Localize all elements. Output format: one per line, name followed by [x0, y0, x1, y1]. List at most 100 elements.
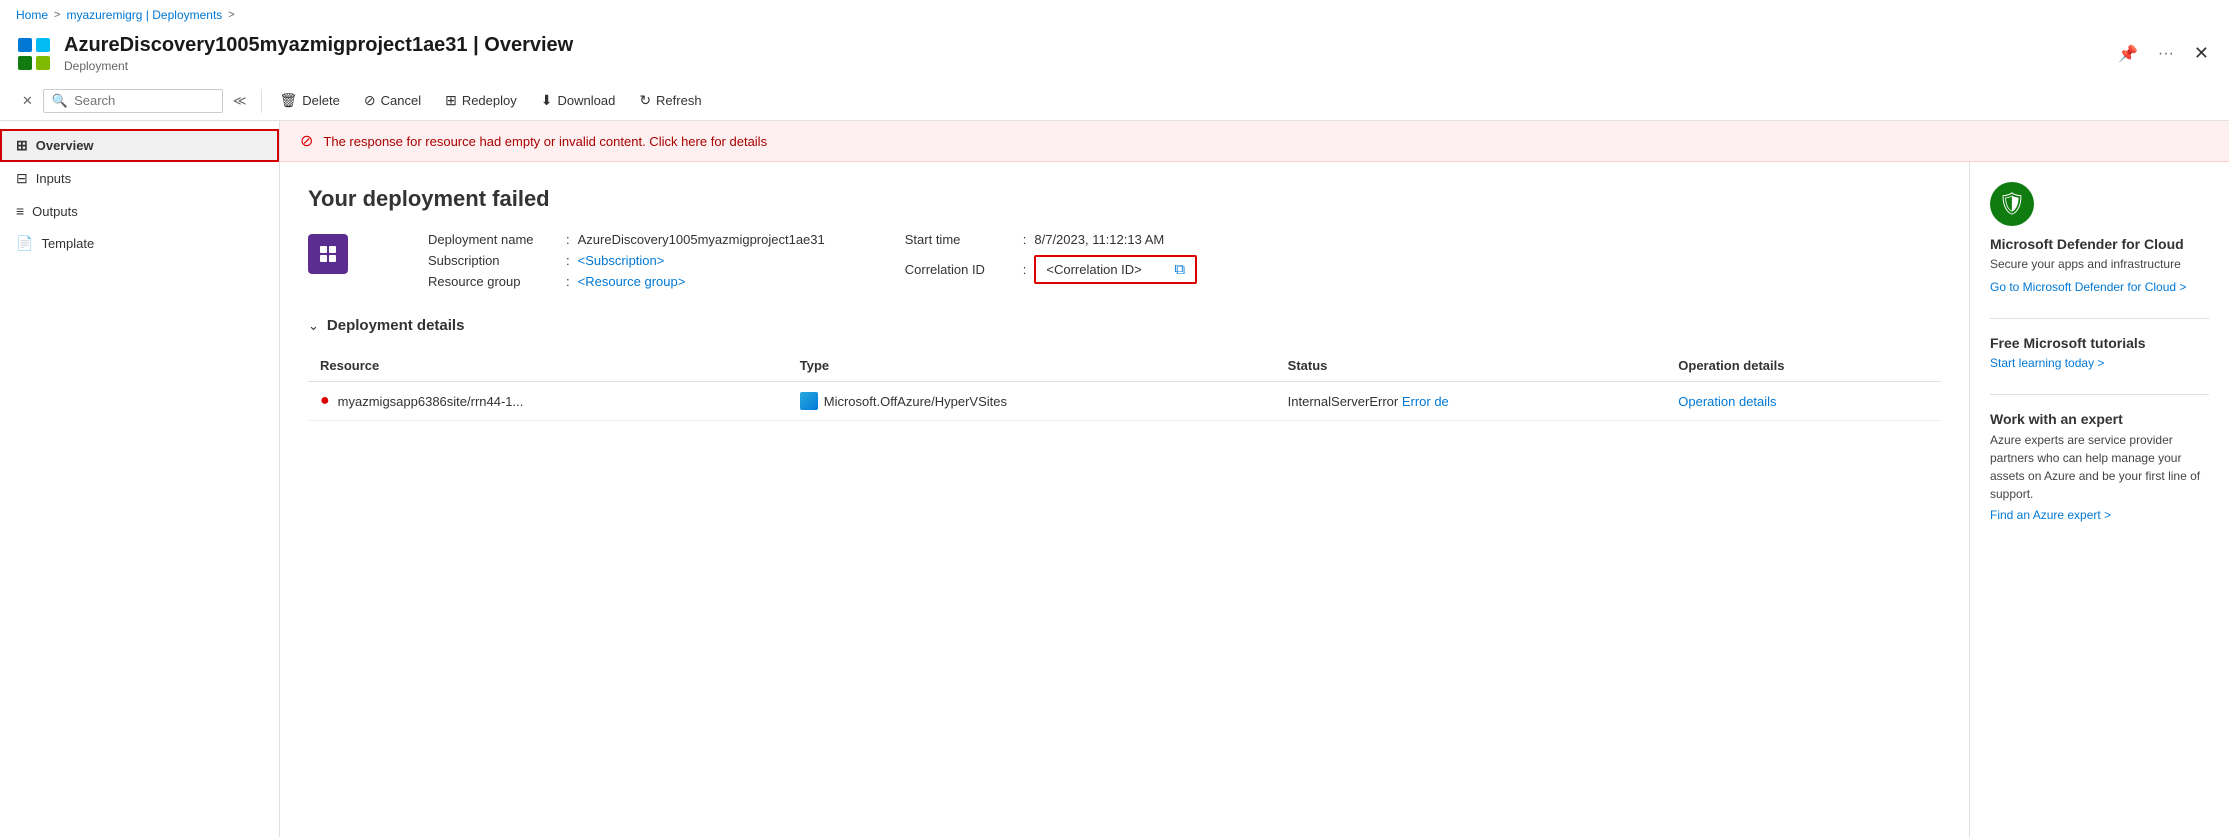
redeploy-button[interactable]: ⊞ Redeploy: [435, 87, 527, 114]
sidebar-item-template[interactable]: 📄 Template: [0, 227, 279, 260]
expert-link[interactable]: Find an Azure expert >: [1990, 508, 2111, 522]
cell-operation: Operation details: [1666, 382, 1941, 421]
deployment-icon: [308, 234, 348, 274]
page-subtitle: Deployment: [64, 59, 2102, 73]
error-details-link[interactable]: Error de: [1402, 394, 1449, 409]
sidebar-label-outputs: Outputs: [32, 204, 78, 219]
dep-correid-label: Correlation ID: [905, 262, 1015, 277]
search-input[interactable]: [74, 93, 204, 108]
deployment-info: Deployment name : AzureDiscovery1005myaz…: [308, 232, 1941, 289]
dep-sub-colon: :: [566, 253, 570, 268]
resource-icon: [16, 36, 52, 72]
start-learning-link[interactable]: Start learning today >: [1990, 356, 2104, 370]
table-header: Resource Type Status Operation details: [308, 350, 1941, 382]
delete-button[interactable]: 🗑 Delete: [270, 87, 350, 114]
sidebar-item-outputs[interactable]: ≡ Outputs: [0, 195, 279, 227]
dep-correid-field: Correlation ID : <Correlation ID> ⧉: [905, 255, 1197, 284]
pin-button[interactable]: 📌: [2114, 40, 2142, 68]
dep-fields-left: Deployment name : AzureDiscovery1005myaz…: [428, 232, 825, 289]
dep-starttime-label: Start time: [905, 232, 1015, 247]
page-title-header: AzureDiscovery1005myazmigproject1ae31 | …: [64, 34, 2102, 57]
defender-icon: 🛡: [1990, 182, 2034, 226]
dep-rg-field: Resource group : <Resource group>: [428, 274, 825, 289]
shield-icon: 🛡: [1998, 191, 2026, 217]
download-icon: ⬇: [541, 92, 553, 109]
sidebar-item-overview[interactable]: ⊞ Overview: [0, 129, 279, 162]
correlation-box: <Correlation ID> ⧉: [1034, 255, 1197, 284]
dep-fields-right: Start time : 8/7/2023, 11:12:13 AM Corre…: [905, 232, 1197, 284]
dep-name-value: AzureDiscovery1005myazmigproject1ae31: [578, 232, 825, 247]
defender-desc: Secure your apps and infrastructure: [1990, 256, 2209, 273]
dep-name-colon: :: [566, 232, 570, 247]
collapse-button[interactable]: ✕: [16, 89, 39, 113]
breadcrumb: Home > myazuremigrg | Deployments >: [0, 0, 2229, 30]
toolbar: ✕ 🔍 ≪ 🗑 Delete ⊘ Cancel ⊞ Redeploy ⬇ Dow…: [0, 81, 2229, 121]
col-resource: Resource: [308, 350, 788, 382]
delete-icon: 🗑: [280, 92, 298, 109]
dep-rg-value: <Resource group>: [578, 274, 686, 289]
tutorials-title: Free Microsoft tutorials: [1990, 335, 2209, 351]
expand-button[interactable]: ≪: [227, 89, 253, 113]
right-panel: 🛡 Microsoft Defender for Cloud Secure yo…: [1969, 162, 2229, 837]
dep-sub-value: <Subscription>: [578, 253, 665, 268]
alert-text: The response for resource had empty or i…: [323, 134, 767, 149]
section-title: Deployment details: [327, 317, 465, 334]
breadcrumb-sep1: >: [54, 9, 60, 21]
tutorials-section: Free Microsoft tutorials Start learning …: [1990, 335, 2209, 370]
search-icon: 🔍: [52, 93, 68, 109]
table-body: ● myazmigsapp6386site/rrn44-1... Microso…: [308, 382, 1941, 421]
sidebar: ⊞ Overview ⊟ Inputs ≡ Outputs 📄 Template: [0, 121, 280, 837]
defender-title: Microsoft Defender for Cloud: [1990, 236, 2209, 252]
subscription-link[interactable]: <Subscription>: [578, 253, 665, 268]
outputs-icon: ≡: [16, 203, 24, 219]
page-header: AzureDiscovery1005myazmigproject1ae31 | …: [0, 30, 2229, 81]
alert-banner[interactable]: ⊘ The response for resource had empty or…: [280, 121, 2229, 162]
defender-link[interactable]: Go to Microsoft Defender for Cloud >: [1990, 280, 2186, 294]
search-box[interactable]: 🔍: [43, 89, 223, 113]
main-layout: ⊞ Overview ⊟ Inputs ≡ Outputs 📄 Template…: [0, 121, 2229, 837]
template-icon: 📄: [16, 235, 33, 252]
cell-resource: ● myazmigsapp6386site/rrn44-1...: [308, 382, 788, 421]
download-button[interactable]: ⬇ Download: [531, 87, 626, 114]
status-value: InternalServerError: [1288, 394, 1402, 409]
correlation-id-value: <Correlation ID>: [1046, 262, 1166, 277]
expert-desc: Azure experts are service provider partn…: [1990, 431, 2209, 503]
divider-2: [1990, 394, 2209, 395]
dep-name-label: Deployment name: [428, 232, 558, 247]
deployment-table: Resource Type Status Operation details ●…: [308, 350, 1941, 421]
defender-section: 🛡 Microsoft Defender for Cloud Secure yo…: [1990, 182, 2209, 294]
expert-section: Work with an expert Azure experts are se…: [1990, 411, 2209, 522]
resource-type-cell: Microsoft.OffAzure/HyperVSites: [800, 392, 1264, 410]
section-header[interactable]: ⌄ Deployment details: [308, 317, 1941, 334]
dep-starttime-colon: :: [1023, 232, 1027, 247]
chevron-icon: ⌄: [308, 318, 319, 334]
rg-link[interactable]: <Resource group>: [578, 274, 686, 289]
alert-icon: ⊘: [300, 131, 313, 151]
deployment-failed-title: Your deployment failed: [308, 186, 1941, 212]
sidebar-label-template: Template: [41, 236, 94, 251]
dep-correid-colon: :: [1023, 262, 1027, 277]
cancel-button[interactable]: ⊘ Cancel: [354, 87, 431, 114]
dep-name-field: Deployment name : AzureDiscovery1005myaz…: [428, 232, 825, 247]
more-options-button[interactable]: ···: [2154, 41, 2178, 67]
refresh-button[interactable]: ↻ Refresh: [629, 87, 711, 114]
header-title-group: AzureDiscovery1005myazmigproject1ae31 | …: [64, 34, 2102, 73]
breadcrumb-home[interactable]: Home: [16, 8, 48, 22]
col-operation: Operation details: [1666, 350, 1941, 382]
col-type: Type: [788, 350, 1276, 382]
table-row: ● myazmigsapp6386site/rrn44-1... Microso…: [308, 382, 1941, 421]
dep-subscription-field: Subscription : <Subscription>: [428, 253, 825, 268]
expert-title: Work with an expert: [1990, 411, 2209, 427]
sidebar-label-overview: Overview: [36, 138, 94, 153]
type-icon: [800, 392, 818, 410]
operation-details-link[interactable]: Operation details: [1678, 394, 1776, 409]
refresh-icon: ↻: [639, 92, 651, 109]
copy-icon[interactable]: ⧉: [1174, 261, 1185, 278]
overview-icon: ⊞: [16, 137, 28, 154]
breadcrumb-rg[interactable]: myazuremigrg | Deployments: [66, 8, 222, 22]
sidebar-item-inputs[interactable]: ⊟ Inputs: [0, 162, 279, 195]
dep-sub-label: Subscription: [428, 253, 558, 268]
content-area: Your deployment failed Deployment: [280, 162, 1969, 837]
close-button[interactable]: ✕: [2190, 39, 2213, 68]
dep-starttime-field: Start time : 8/7/2023, 11:12:13 AM: [905, 232, 1197, 247]
